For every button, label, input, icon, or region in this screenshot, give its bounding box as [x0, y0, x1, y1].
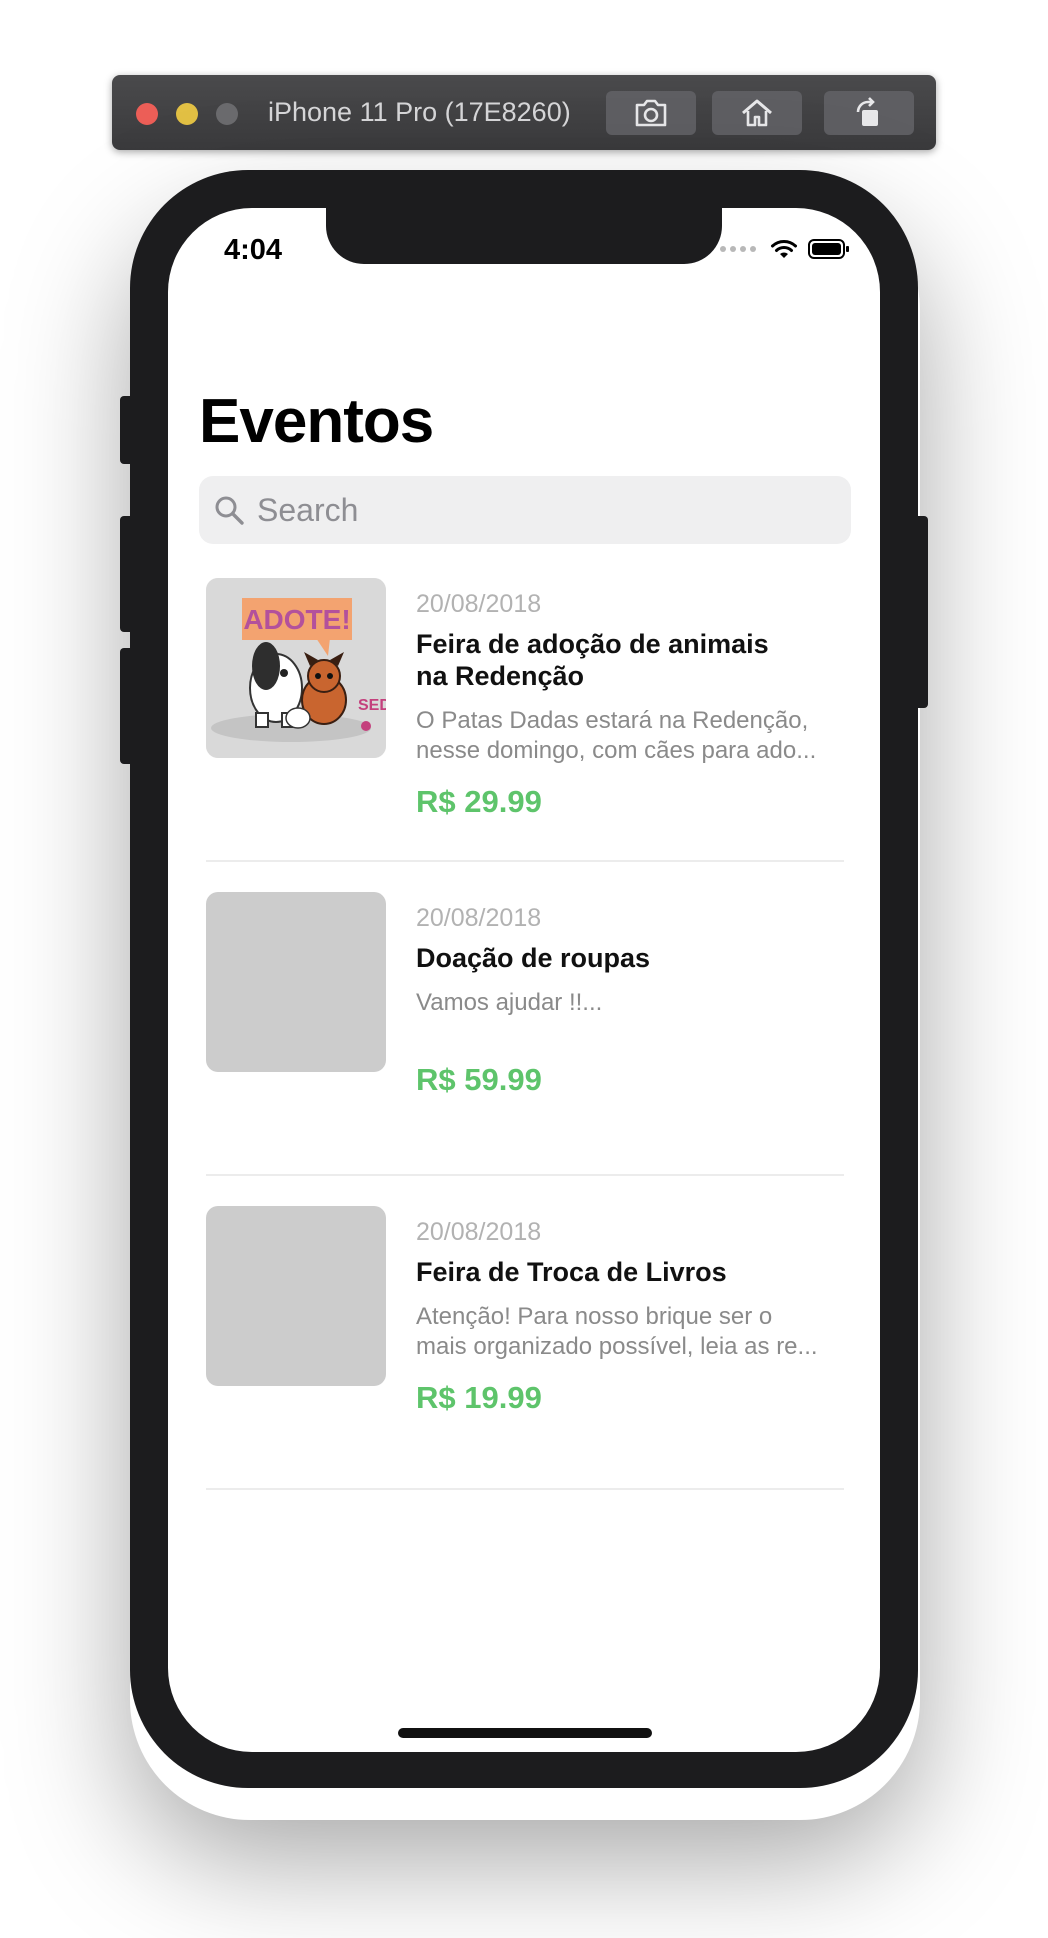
- close-window-button[interactable]: [136, 103, 158, 125]
- phone-screen: 4:04 Eventos Search ADOTE! SED 20/08/201…: [168, 208, 880, 1752]
- event-price: R$ 29.99: [416, 784, 542, 819]
- event-description: Atenção! Para nosso brique ser o mais or…: [416, 1302, 844, 1362]
- home-indicator[interactable]: [398, 1728, 652, 1738]
- event-description-line: mais organizado possível, leia as re...: [416, 1333, 818, 1360]
- event-description-line: nesse domingo, com cães para ado...: [416, 737, 817, 764]
- home-button[interactable]: [712, 91, 802, 135]
- event-row[interactable]: 20/08/2018 Feira de Troca de Livros Aten…: [206, 1176, 844, 1490]
- status-icons: [720, 238, 850, 260]
- event-thumbnail: ADOTE! SEDA: [206, 578, 386, 758]
- page-title: Eventos: [199, 387, 434, 456]
- poster-adote-text: ADOTE!: [243, 604, 350, 635]
- home-icon: [742, 99, 772, 127]
- event-date: 20/08/2018: [416, 1218, 542, 1246]
- event-description-line: Vamos ajudar !!...: [416, 989, 603, 1016]
- event-description-line: Atenção! Para nosso brique ser o: [416, 1303, 773, 1330]
- event-price: R$ 19.99: [416, 1380, 542, 1415]
- event-description-line: O Patas Dadas estará na Redenção,: [416, 707, 809, 734]
- simulator-title-bar: iPhone 11 Pro (17E8260): [112, 75, 936, 150]
- event-thumbnail-placeholder: [206, 1206, 386, 1386]
- notch: [326, 208, 722, 264]
- status-time: 4:04: [224, 234, 283, 266]
- cellular-signal-icon: [720, 246, 756, 252]
- zoom-window-button[interactable]: [216, 103, 238, 125]
- minimize-window-button[interactable]: [176, 103, 198, 125]
- event-thumbnail-placeholder: [206, 892, 386, 1072]
- poster-seda-text: SEDA: [358, 697, 386, 714]
- search-icon: [215, 496, 244, 525]
- event-price: R$ 59.99: [416, 1062, 542, 1097]
- event-title: Doação de roupas: [416, 943, 651, 973]
- adoption-poster-image: ADOTE! SEDA: [206, 578, 386, 758]
- event-row[interactable]: 20/08/2018 Doação de roupas Vamos ajudar…: [206, 862, 844, 1176]
- rotate-icon: [856, 97, 878, 126]
- event-row[interactable]: ADOTE! SEDA 20/08/2018 Feira: [206, 548, 844, 862]
- event-title: Feira de adoção de animais na Redenção: [416, 629, 769, 691]
- rotate-button[interactable]: [824, 91, 914, 135]
- wifi-icon: [771, 240, 797, 258]
- event-date: 20/08/2018: [416, 904, 542, 932]
- battery-icon: [808, 239, 849, 259]
- search-input[interactable]: [255, 490, 819, 530]
- row-divider: [206, 1488, 844, 1490]
- event-date: 20/08/2018: [416, 590, 542, 618]
- event-title: Feira de Troca de Livros: [416, 1257, 727, 1287]
- search-bar[interactable]: [199, 476, 851, 544]
- screenshot-icon: [635, 99, 667, 127]
- simulator-device-title: iPhone 11 Pro (17E8260): [268, 97, 571, 127]
- screenshot-button[interactable]: [606, 91, 696, 135]
- event-description: O Patas Dadas estará na Redenção, nesse …: [416, 706, 844, 766]
- event-description: Vamos ajudar !!...: [416, 988, 844, 1018]
